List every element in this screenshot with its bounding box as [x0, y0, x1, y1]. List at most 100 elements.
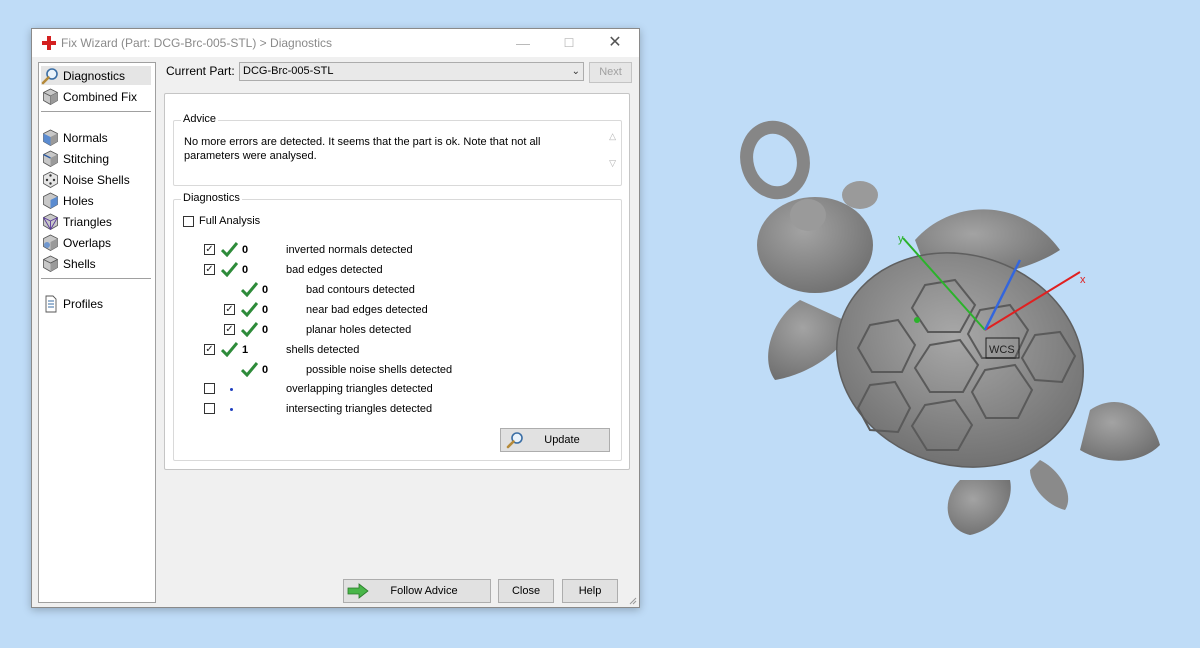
- nav-item-stitching[interactable]: Stitching: [41, 149, 109, 168]
- diag-count: 0: [242, 244, 249, 256]
- scroll-up-icon[interactable]: △: [609, 131, 616, 142]
- nav-item-label: Triangles: [63, 214, 112, 229]
- cube-icon: [43, 192, 58, 209]
- chevron-down-icon: ⌄: [571, 66, 580, 77]
- not-analysed-bullet-icon: [230, 388, 233, 391]
- magnifier-icon: [506, 432, 523, 449]
- diag-label: inverted normals detected: [286, 244, 413, 256]
- close-window-button[interactable]: ✕: [592, 29, 638, 57]
- help-button[interactable]: Help: [562, 579, 618, 603]
- nav-item-diagnostics[interactable]: Diagnostics: [41, 66, 151, 85]
- diag-checkbox-near-bad-edges[interactable]: ✓: [224, 304, 235, 315]
- nav-item-combined-fix[interactable]: Combined Fix: [41, 87, 137, 106]
- current-part-value: DCG-Brc-005-STL: [243, 65, 334, 77]
- full-analysis-label: Full Analysis: [199, 215, 261, 227]
- wizard-nav: Diagnostics Combined Fix Normals Stitchi…: [38, 62, 156, 603]
- follow-advice-button[interactable]: Follow Advice: [343, 579, 491, 603]
- nav-item-profiles[interactable]: Profiles: [41, 294, 103, 313]
- nav-item-label: Holes: [63, 193, 94, 208]
- nav-item-triangles[interactable]: Triangles: [41, 212, 112, 231]
- diag-checkbox-planar-holes[interactable]: ✓: [224, 324, 235, 335]
- full-analysis-checkbox[interactable]: [183, 216, 194, 227]
- diag-checkbox-intersecting-triangles[interactable]: [204, 403, 215, 414]
- nav-item-shells[interactable]: Shells: [41, 254, 96, 273]
- green-check-icon: [241, 282, 258, 297]
- nav-item-label: Normals: [63, 130, 108, 145]
- cube-icon: [43, 150, 58, 167]
- main-panel: Advice No more errors are detected. It s…: [164, 93, 630, 470]
- nav-item-label: Stitching: [63, 151, 110, 166]
- diag-count: 0: [262, 304, 269, 316]
- diag-label: overlapping triangles detected: [286, 383, 433, 395]
- diag-count: 0: [262, 324, 269, 336]
- diag-label: near bad edges detected: [306, 304, 428, 316]
- diag-checkbox-shells[interactable]: ✓: [204, 344, 215, 355]
- diag-label: bad edges detected: [286, 264, 383, 276]
- green-check-icon: [221, 342, 238, 357]
- diag-label: shells detected: [286, 344, 360, 356]
- advice-group: Advice No more errors are detected. It s…: [173, 113, 622, 186]
- title-bar[interactable]: Fix Wizard (Part: DCG-Brc-005-STL) > Dia…: [32, 29, 639, 57]
- window-title: Fix Wizard (Part: DCG-Brc-005-STL) > Dia…: [61, 36, 333, 50]
- advice-title: Advice: [181, 113, 219, 125]
- cube-icon: [43, 88, 58, 105]
- not-analysed-bullet-icon: [230, 408, 233, 411]
- cube-icon: [43, 129, 58, 146]
- green-check-icon: [221, 242, 238, 257]
- diag-count: 0: [242, 264, 249, 276]
- document-icon: [45, 295, 57, 312]
- current-part-select[interactable]: DCG-Brc-005-STL ⌄: [239, 62, 584, 81]
- green-check-icon: [241, 362, 258, 377]
- cube-icon: [43, 213, 58, 230]
- diag-checkbox-overlapping-triangles[interactable]: [204, 383, 215, 394]
- green-check-icon: [241, 322, 258, 337]
- diag-label: intersecting triangles detected: [286, 403, 433, 415]
- resize-grip-icon[interactable]: [627, 595, 637, 605]
- maximize-button[interactable]: ☐: [546, 29, 592, 57]
- diag-checkbox-bad-edges[interactable]: ✓: [204, 264, 215, 275]
- close-button[interactable]: Close: [498, 579, 554, 603]
- green-arrow-icon: [347, 583, 369, 599]
- nav-item-holes[interactable]: Holes: [41, 191, 94, 210]
- green-check-icon: [241, 302, 258, 317]
- minimize-button[interactable]: —: [500, 29, 546, 57]
- red-cross-icon: [42, 36, 56, 50]
- diag-label: possible noise shells detected: [306, 364, 453, 376]
- nav-separator: [41, 278, 151, 279]
- turtle-3d-model[interactable]: y x WCS: [730, 120, 1180, 540]
- axis-y-label: y: [898, 233, 904, 245]
- wcs-label: WCS: [989, 344, 1015, 356]
- scroll-down-icon[interactable]: ▽: [609, 158, 616, 169]
- nav-item-label: Shells: [63, 256, 96, 271]
- update-button[interactable]: Update: [500, 428, 610, 452]
- dice-icon: [43, 171, 58, 188]
- nav-item-label: Overlaps: [63, 235, 112, 250]
- green-check-icon: [221, 262, 238, 277]
- nav-item-normals[interactable]: Normals: [41, 128, 108, 147]
- axis-x-label: x: [1080, 274, 1086, 286]
- current-part-label: Current Part:: [166, 64, 235, 78]
- nav-separator: [41, 111, 151, 112]
- nav-item-label: Noise Shells: [63, 172, 130, 187]
- next-button[interactable]: Next: [589, 62, 632, 83]
- nav-item-noise-shells[interactable]: Noise Shells: [41, 170, 130, 189]
- cube-icon: [43, 255, 58, 272]
- diag-count: 0: [262, 284, 269, 296]
- diag-count: 1: [242, 344, 249, 356]
- nav-item-label: Diagnostics: [63, 68, 126, 83]
- diag-label: bad contours detected: [306, 284, 415, 296]
- cube-icon: [43, 234, 58, 251]
- nav-item-label: Combined Fix: [63, 89, 138, 104]
- diagnostics-group: Diagnostics Full Analysis ✓ 0 inverted n…: [173, 192, 622, 461]
- advice-text: No more errors are detected. It seems th…: [184, 136, 541, 162]
- fix-wizard-window: Fix Wizard (Part: DCG-Brc-005-STL) > Dia…: [31, 28, 640, 608]
- update-label: Update: [544, 434, 580, 446]
- nav-item-overlaps[interactable]: Overlaps: [41, 233, 111, 252]
- diag-checkbox-inverted-normals[interactable]: ✓: [204, 244, 215, 255]
- diag-count: 0: [262, 364, 269, 376]
- magnifier-icon: [41, 67, 58, 84]
- nav-item-label: Profiles: [63, 296, 104, 311]
- diag-label: planar holes detected: [306, 324, 412, 336]
- diagnostics-title: Diagnostics: [181, 192, 242, 204]
- follow-advice-label: Follow Advice: [390, 585, 458, 597]
